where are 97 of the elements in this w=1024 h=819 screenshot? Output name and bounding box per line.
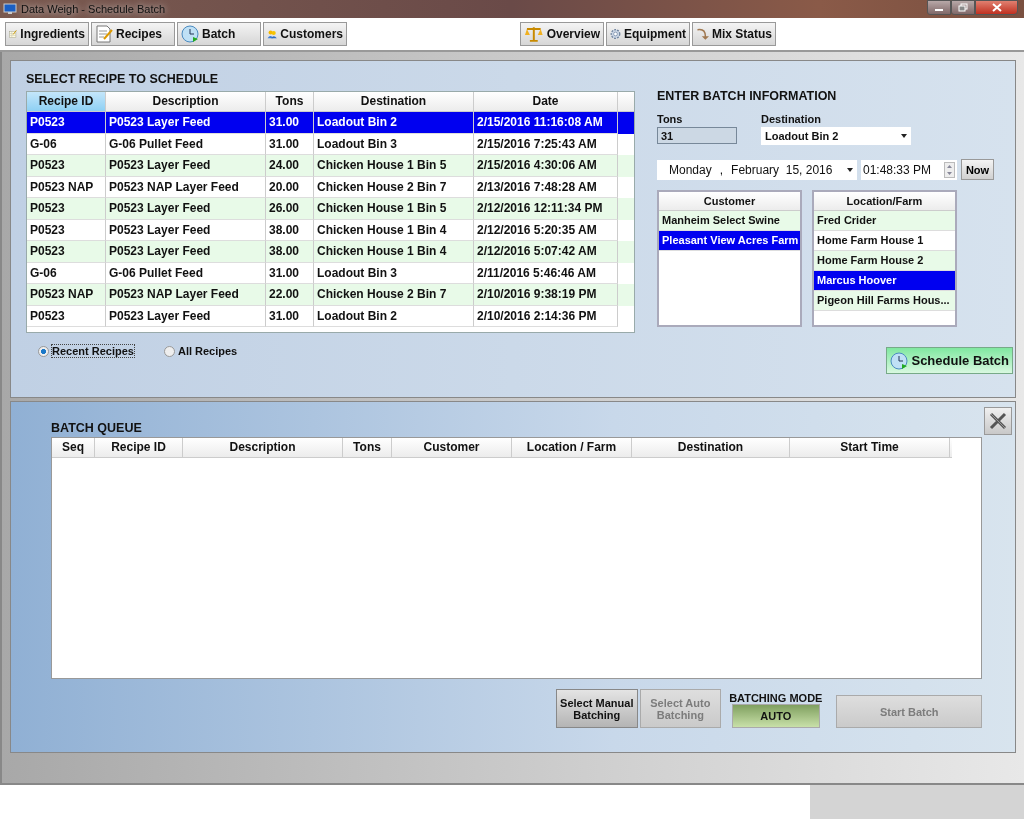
toolbar-button[interactable]: Equipment: [606, 22, 690, 46]
table-cell: P0523 NAP: [27, 284, 106, 306]
clear-queue-button[interactable]: [984, 407, 1012, 435]
list-item[interactable]: Marcus Hoover: [814, 271, 955, 291]
app-icon: [3, 3, 17, 15]
column-header[interactable]: Destination: [632, 438, 790, 457]
list-item[interactable]: Home Farm House 2: [814, 251, 955, 271]
table-cell: 31.00: [266, 305, 314, 327]
time-picker[interactable]: 01:48:33 PM: [861, 159, 957, 180]
tons-field[interactable]: 31: [657, 127, 737, 144]
toolbar-button[interactable]: Mix Status: [692, 22, 776, 46]
column-header[interactable]: Tons: [266, 92, 314, 111]
now-button[interactable]: Now: [961, 159, 994, 180]
table-cell: 2/15/2016 11:16:08 AM: [474, 112, 618, 134]
table-cell: P0523: [27, 112, 106, 134]
minimize-button[interactable]: [927, 0, 951, 15]
table-cell: Chicken House 1 Bin 4: [314, 241, 474, 263]
document-icon: [95, 25, 113, 43]
restore-icon: [958, 3, 968, 12]
caret-icon: [847, 167, 853, 172]
table-cell: 24.00: [266, 155, 314, 177]
section-title: ENTER BATCH INFORMATION: [657, 89, 838, 103]
table-cell: 2/12/2016 5:07:42 AM: [474, 241, 618, 263]
list-item[interactable]: Fred Crider: [814, 211, 955, 231]
toolbar-button[interactable]: Batch: [177, 22, 261, 46]
schedule-batch-button[interactable]: Schedule Batch: [886, 347, 1013, 374]
clock-icon: [181, 25, 199, 43]
x-icon: [988, 411, 1008, 431]
column-header[interactable]: Start Time: [790, 438, 950, 457]
table-cell: P0523 Layer Feed: [106, 305, 266, 327]
manual-batching-button[interactable]: Select Manual Batching: [556, 689, 638, 728]
column-header: Customer: [659, 192, 800, 211]
table-cell: P0523 Layer Feed: [106, 241, 266, 263]
toolbar-button[interactable]: Customers: [263, 22, 347, 46]
table-cell: P0523: [27, 241, 106, 263]
section-title: SELECT RECIPE TO SCHEDULE: [26, 72, 220, 86]
radio-button[interactable]: [163, 345, 175, 357]
column-header[interactable]: Recipe ID: [27, 92, 106, 111]
close-button[interactable]: [975, 0, 1018, 15]
table-cell: P0523 Layer Feed: [106, 112, 266, 134]
field-label: Tons: [657, 113, 684, 125]
column-header[interactable]: Seq: [52, 438, 95, 457]
table-cell: Loadout Bin 2: [314, 305, 474, 327]
table-row[interactable]: P0523 P0523 Layer Feed 31.00 Loadout Bin 2 2/15/2016 11:16:08 AM: [27, 112, 634, 134]
table-cell: 26.00: [266, 198, 314, 220]
destination-dropdown[interactable]: Loadout Bin 2: [761, 127, 911, 145]
column-header[interactable]: Tons: [343, 438, 392, 457]
toolbar-button[interactable]: Recipes: [91, 22, 175, 46]
column-header[interactable]: Date: [474, 92, 618, 111]
caret-icon: [901, 134, 907, 138]
list-item[interactable]: Manheim Select Swine: [659, 211, 800, 231]
table-cell: 2/15/2016 4:30:06 AM: [474, 155, 618, 177]
table-cell: P0523: [27, 305, 106, 327]
table-row[interactable]: P0523 P0523 Layer Feed 24.00 Chicken House 1 Bin 5 2/15/2016 4:30:06 AM: [27, 155, 634, 177]
close-icon: [991, 3, 1002, 12]
column-header: Location/Farm: [814, 192, 955, 211]
list-item[interactable]: Pigeon Hill Farms Hous...: [814, 291, 955, 311]
date-picker[interactable]: Monday , February 15, 2016: [657, 159, 857, 180]
table-cell: P0523: [27, 198, 106, 220]
radio-button[interactable]: [38, 345, 49, 357]
table-row[interactable]: P0523 P0523 Layer Feed 38.00 Chicken House 1 Bin 4 2/12/2016 5:07:42 AM: [27, 241, 634, 263]
toolbar-button[interactable]: Ingredients: [5, 22, 89, 46]
table-cell: 2/10/2016 9:38:19 PM: [474, 284, 618, 306]
scale-icon: [524, 25, 544, 43]
list-item[interactable]: Pleasant View Acres Farm: [659, 231, 800, 251]
mode-indicator: AUTO: [731, 704, 820, 728]
column-header[interactable]: Destination: [314, 92, 474, 111]
field-label: Destination: [761, 113, 822, 125]
toolbar-button[interactable]: Overview: [520, 22, 604, 46]
column-header[interactable]: Recipe ID: [95, 438, 183, 457]
table-cell: Chicken House 2 Bin 7: [314, 284, 474, 306]
table-cell: P0523 NAP Layer Feed: [106, 284, 266, 306]
radio-option[interactable]: All Recipes: [163, 345, 238, 357]
table-cell: 2/12/2016 12:11:34 PM: [474, 198, 618, 220]
window-title: Data Weigh - Schedule Batch: [21, 3, 166, 15]
table-cell: Chicken House 1 Bin 5: [314, 155, 474, 177]
restore-button[interactable]: [951, 0, 975, 15]
table-row[interactable]: P0523 P0523 Layer Feed 26.00 Chicken House 1 Bin 5 2/12/2016 12:11:34 PM: [27, 198, 634, 220]
table-cell: 38.00: [266, 241, 314, 263]
column-header[interactable]: Location / Farm: [512, 438, 632, 457]
radio-option[interactable]: Recent Recipes: [38, 345, 134, 357]
table-cell: 31.00: [266, 112, 314, 134]
column-header[interactable]: Description: [106, 92, 266, 111]
spinner-icon: [944, 161, 955, 178]
mode-label: BATCHING MODE: [729, 692, 823, 704]
table-cell: 22.00: [266, 284, 314, 306]
column-header[interactable]: Description: [183, 438, 343, 457]
section-title: BATCH QUEUE: [51, 421, 142, 435]
table-cell: P0523 Layer Feed: [106, 155, 266, 177]
table-cell: P0523: [27, 155, 106, 177]
table-cell: Chicken House 1 Bin 5: [314, 198, 474, 220]
clock-icon: [890, 351, 909, 370]
table-cell: P0523 Layer Feed: [106, 198, 266, 220]
table-cell: Loadout Bin 2: [314, 112, 474, 134]
table-row[interactable]: P0523 NAP P0523 NAP Layer Feed 22.00 Chicken House 2 Bin 7 2/10/2016 9:38:19 PM: [27, 284, 634, 306]
column-header[interactable]: Customer: [392, 438, 512, 457]
table-cell: 2/10/2016 2:14:36 PM: [474, 305, 618, 327]
